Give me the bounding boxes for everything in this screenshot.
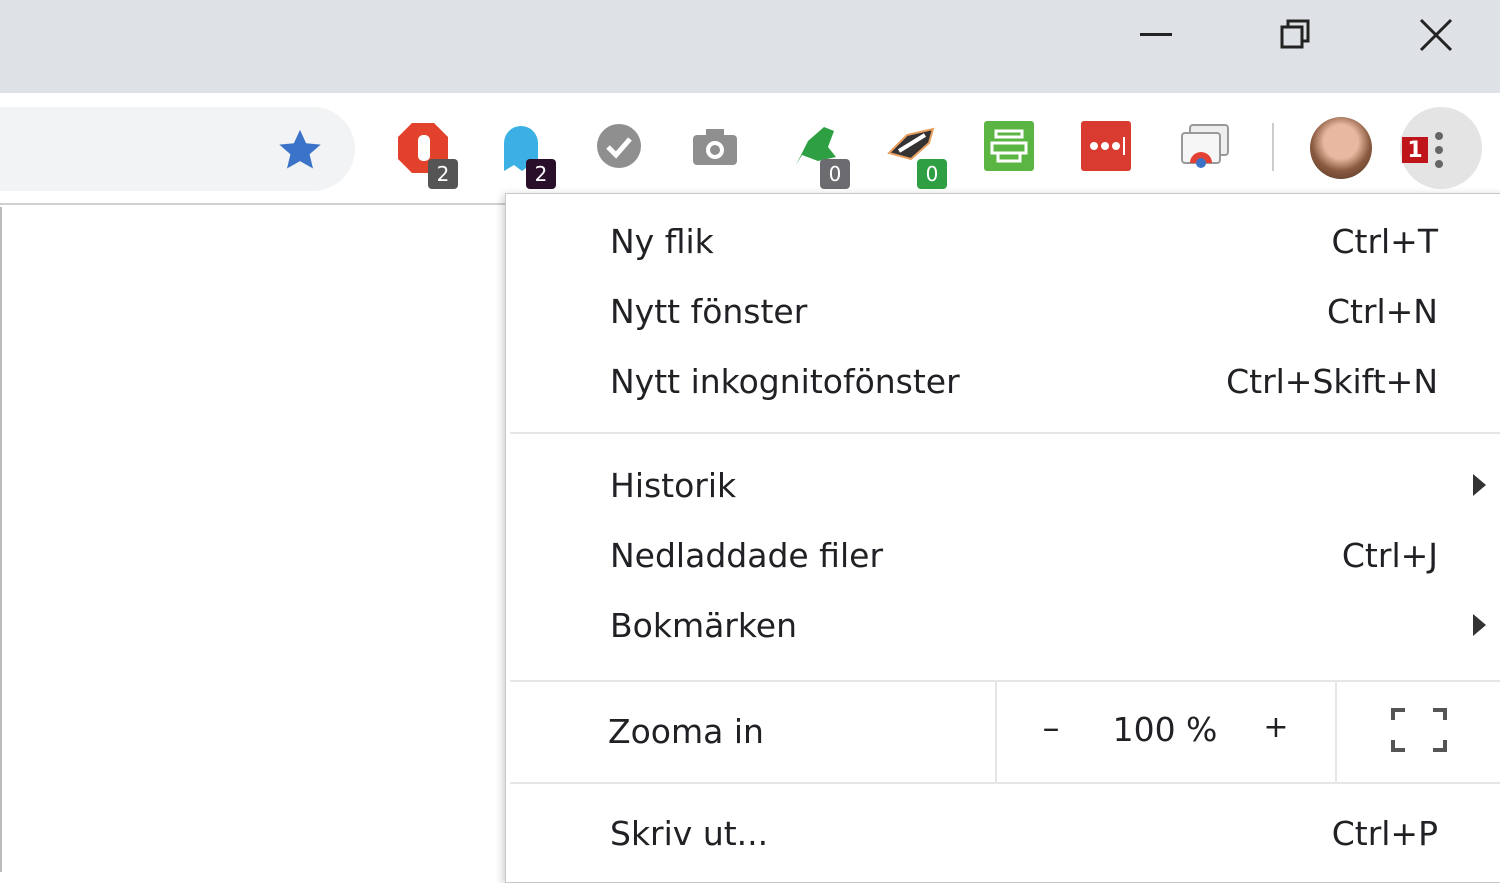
menu-shortcut: Ctrl+J: [1341, 535, 1438, 575]
menu-item-incognito[interactable]: Nytt inkognitofönster Ctrl+Skift+N: [506, 346, 1500, 416]
checkmark-extension-icon[interactable]: [594, 121, 648, 175]
bookmark-star-icon[interactable]: [277, 128, 323, 176]
menu-separator: [510, 782, 1500, 784]
page-content: [0, 207, 505, 872]
menu-item-history[interactable]: Historik: [506, 450, 1500, 520]
submenu-arrow-icon: [1473, 614, 1486, 636]
zoom-label: Zooma in: [608, 712, 764, 751]
zoom-in-button[interactable]: +: [1261, 710, 1291, 745]
lastpass-extension-icon[interactable]: [1081, 121, 1135, 175]
close-button[interactable]: [1411, 10, 1461, 60]
menu-label: Ny flik: [610, 221, 714, 261]
toolbar: 2 2 0 0 1: [0, 93, 1500, 205]
zoom-row: Zooma in – 100 % +: [506, 682, 1500, 784]
privacy-badger-extension-icon[interactable]: 0: [885, 121, 947, 189]
print-friendly-extension-icon[interactable]: [984, 121, 1038, 175]
ghostery-badge: 2: [526, 159, 556, 189]
title-bar: [0, 0, 1500, 93]
menu-item-bookmarks[interactable]: Bokmärken: [506, 590, 1500, 660]
camera-extension-icon[interactable]: [690, 121, 744, 175]
profile-avatar[interactable]: [1310, 117, 1372, 179]
avast-badge: 0: [820, 159, 850, 189]
minimize-button[interactable]: [1131, 10, 1181, 60]
submenu-arrow-icon: [1473, 474, 1486, 496]
chrome-main-menu: Ny flik Ctrl+T Nytt fönster Ctrl+N Nytt in…: [505, 193, 1500, 883]
menu-label: Nedladdade filer: [610, 535, 884, 575]
menu-label: Nytt inkognitofönster: [610, 361, 960, 401]
chrome-menu-button[interactable]: 1: [1400, 107, 1482, 189]
menu-shortcut: Ctrl+Skift+N: [1226, 361, 1438, 401]
more-vert-icon: [1435, 132, 1443, 168]
menu-shortcut: Ctrl+T: [1331, 221, 1438, 261]
menu-label: Nytt fönster: [610, 291, 808, 331]
menu-item-new-window[interactable]: Nytt fönster Ctrl+N: [506, 276, 1500, 346]
toolbar-divider: [1272, 123, 1274, 171]
restore-button[interactable]: [1271, 10, 1321, 60]
menu-shortcut: Ctrl+N: [1326, 291, 1438, 331]
privacy-badger-badge: 0: [917, 159, 947, 189]
menu-shortcut: Ctrl+P: [1331, 813, 1438, 853]
avast-extension-icon[interactable]: 0: [788, 121, 850, 189]
zoom-divider: [995, 682, 997, 784]
ublock-badge: 2: [428, 159, 458, 189]
menu-badge: 1: [1402, 137, 1428, 163]
zoom-divider: [1335, 682, 1337, 784]
menu-item-new-tab[interactable]: Ny flik Ctrl+T: [506, 206, 1500, 276]
zoom-out-button[interactable]: –: [1036, 708, 1066, 748]
menu-item-downloads[interactable]: Nedladdade filer Ctrl+J: [506, 520, 1500, 590]
menu-item-print[interactable]: Skriv ut... Ctrl+P: [506, 798, 1500, 868]
ghostery-extension-icon[interactable]: 2: [494, 121, 556, 189]
menu-label: Bokmärken: [610, 605, 798, 645]
cast-extension-icon[interactable]: [1178, 121, 1232, 175]
ublock-extension-icon[interactable]: 2: [396, 121, 458, 189]
menu-label: Skriv ut...: [610, 813, 769, 853]
zoom-value: 100 %: [1112, 710, 1218, 749]
fullscreen-icon[interactable]: [1391, 708, 1447, 752]
menu-separator: [510, 432, 1500, 434]
menu-label: Historik: [610, 465, 737, 505]
